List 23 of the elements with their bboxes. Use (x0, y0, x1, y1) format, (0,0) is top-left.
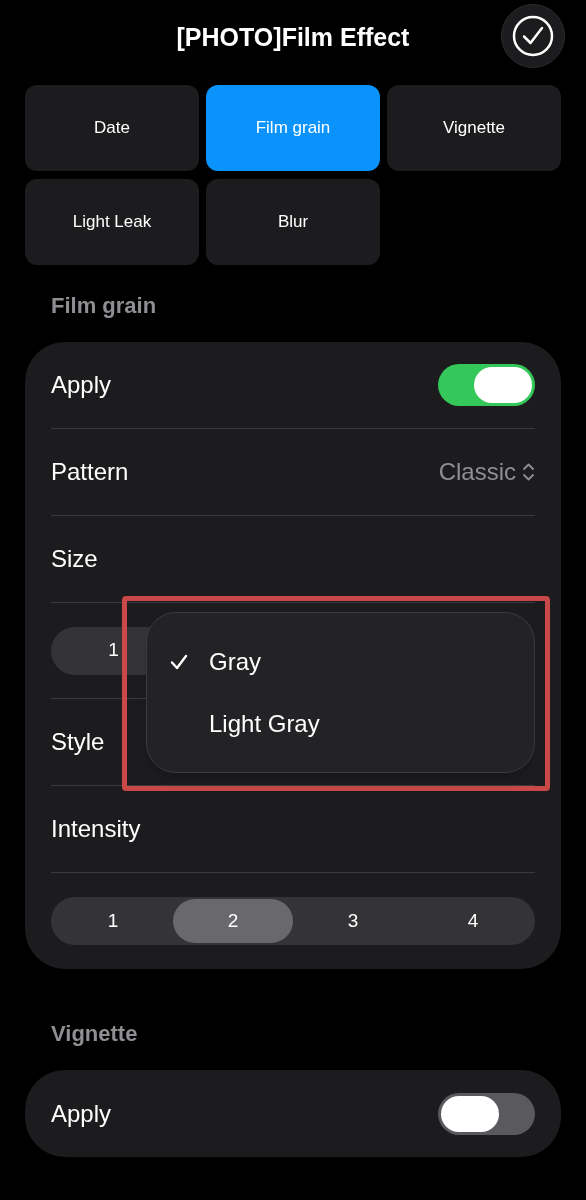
chevron-up-down-icon (522, 462, 535, 482)
row-label: Intensity (51, 814, 141, 844)
screen-title: [PHOTO]Film Effect (176, 21, 410, 53)
section-title: Film grain (50, 292, 158, 320)
row-label: Apply (51, 1098, 112, 1129)
row-label: Size (51, 544, 98, 574)
row-label: Style (51, 727, 105, 757)
menu-item[interactable]: Light Gray (147, 703, 534, 744)
segment-option[interactable]: 3 (293, 899, 413, 943)
checkmark-circle-icon (512, 15, 554, 57)
row-label: Pattern (51, 457, 129, 487)
row-label: Apply (51, 370, 112, 400)
pattern-picker[interactable]: Classic (438, 454, 535, 490)
segment-option[interactable]: 1 (53, 899, 173, 943)
section-title: Vignette (50, 1020, 139, 1048)
segment-option[interactable]: 4 (413, 899, 533, 943)
effect-tab[interactable]: Vignette (387, 85, 561, 171)
effect-tab[interactable]: Blur (206, 179, 380, 265)
toggle-switch[interactable] (438, 1092, 535, 1135)
toggle-switch[interactable] (438, 364, 535, 406)
segment-option[interactable]: 2 (173, 899, 293, 943)
effect-tab[interactable]: Date (25, 85, 199, 171)
effect-tab[interactable]: Light Leak (25, 179, 199, 265)
